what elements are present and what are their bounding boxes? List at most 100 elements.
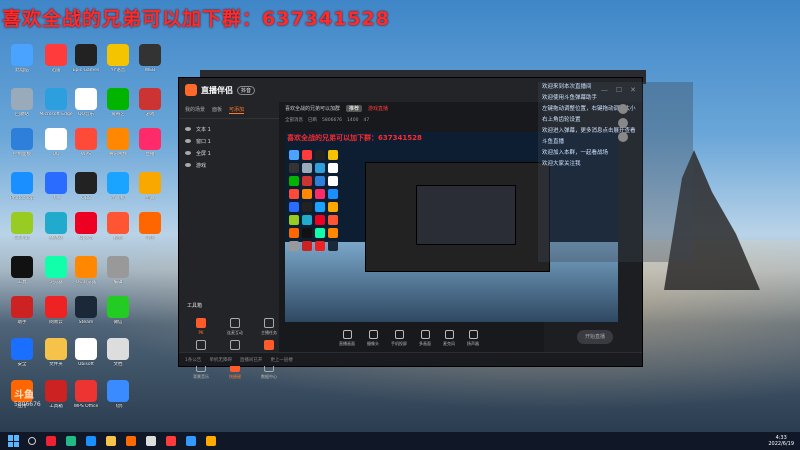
desktop-icon[interactable]: Photoshop: [4, 172, 40, 202]
desktop-icon-label: QQ音乐: [77, 112, 95, 117]
desktop-icon[interactable]: Ubisoft: [68, 338, 104, 368]
app-icon: [11, 128, 33, 150]
eye-icon[interactable]: [185, 139, 191, 143]
source-item[interactable]: 游戏: [185, 159, 273, 171]
preview-area: 喜欢全战的兄弟可以加群 推荐 游戏直播 全部消息 已断 5806676 1400…: [279, 102, 618, 366]
status-level[interactable]: 更上一层楼: [270, 357, 293, 363]
desktop-icon[interactable]: YY语音: [100, 44, 136, 74]
start-icon[interactable]: [8, 435, 20, 447]
stat-room-id: 5806676: [322, 117, 343, 123]
desktop-icon[interactable]: OBS: [68, 172, 104, 202]
source-item[interactable]: 全屏 1: [185, 147, 273, 159]
desktop-icon[interactable]: 飞鸽: [100, 380, 136, 410]
toolbar-button[interactable]: 手机投屏: [391, 330, 407, 347]
share-icon[interactable]: [618, 132, 628, 142]
app-icon: [45, 338, 67, 360]
desktop-icon[interactable]: 微信: [100, 296, 136, 326]
desktop-icon[interactable]: 视频: [100, 212, 136, 242]
start-live-button[interactable]: 开始直播: [577, 330, 613, 344]
desktop-icon[interactable]: 宝藏: [132, 172, 168, 202]
stat-viewers: 1400: [347, 117, 359, 123]
search-icon[interactable]: [28, 437, 36, 445]
eye-icon[interactable]: [185, 127, 191, 131]
desktop-icon-label: 爱奇艺: [111, 112, 125, 117]
toolbar-button[interactable]: 多画面: [419, 330, 431, 347]
toolbar-label: 摄像头: [367, 341, 379, 346]
settings-icon[interactable]: [618, 118, 628, 128]
toolbar-button[interactable]: 扬声器: [467, 330, 479, 347]
desktop-icon[interactable]: WPS: [68, 128, 104, 158]
stream-overlay-title: 喜欢全战的兄弟可以加下群：637341528: [2, 8, 390, 30]
desktop-icon[interactable]: 直播: [132, 128, 168, 158]
tab-my-scenes[interactable]: 我的场景: [185, 106, 205, 114]
desktop-icon-label: Ubisoft: [78, 362, 94, 367]
stat-all-messages[interactable]: 全部消息: [285, 117, 303, 123]
desktop-icon[interactable]: 回收站: [4, 88, 40, 118]
tool-label: PK: [198, 330, 204, 335]
desktop-icon[interactable]: WPS Office: [68, 380, 104, 410]
source-item[interactable]: 窗口 1: [185, 135, 273, 147]
room-title[interactable]: 喜欢全战的兄弟可以加群: [285, 105, 340, 112]
desktop-icon[interactable]: 安全: [4, 338, 40, 368]
desktop-icon[interactable]: 腾讯视频: [100, 128, 136, 158]
taskbar-app-icon[interactable]: [166, 436, 176, 446]
tab-panel[interactable]: 面板: [212, 106, 222, 114]
app-platform-badge[interactable]: 抖音: [237, 85, 256, 95]
clock[interactable]: 4:33 2022/6/19: [768, 435, 794, 447]
eye-icon[interactable]: [185, 163, 191, 167]
desktop-icon[interactable]: 工具: [4, 256, 40, 286]
desktop-icon[interactable]: GoPlus: [4, 212, 40, 242]
taskbar-app-icon[interactable]: [146, 436, 156, 446]
watermark-logo: 斗鱼: [14, 390, 34, 401]
desktop-icon[interactable]: 助手: [4, 296, 40, 326]
taskbar-app-icon[interactable]: [126, 436, 136, 446]
desktop-icon-label: 控制面板: [13, 152, 31, 157]
tool-button[interactable]: 连麦互动: [221, 318, 249, 336]
desktop-icon[interactable]: 此电脑: [4, 44, 40, 74]
desktop-icon[interactable]: 文档: [100, 338, 136, 368]
desktop-icon[interactable]: Opera: [68, 212, 104, 242]
toolbar-button[interactable]: 摄像头: [367, 330, 379, 347]
preview-icon: [289, 163, 299, 173]
system-tray: 4:33 2022/6/19: [768, 435, 800, 447]
desktop-icon[interactable]: 编辑: [100, 256, 136, 286]
eye-icon[interactable]: [185, 151, 191, 155]
toolbar-button[interactable]: 麦克风: [443, 330, 455, 347]
status-notice[interactable]: 1条公告: [185, 357, 201, 363]
app-icon: [45, 88, 67, 110]
tool-label: 背景音乐: [193, 374, 209, 379]
desktop-icon[interactable]: QQ音乐: [68, 88, 104, 118]
toolbar-label: 多画面: [419, 341, 431, 346]
desktop-icon-label: 小飞机: [111, 196, 125, 201]
chat-message: 欢迎加入本群，一起看战场: [542, 150, 609, 156]
desktop-icon[interactable]: 控制面板: [4, 128, 40, 158]
desktop-icon[interactable]: Epic Games: [68, 44, 104, 74]
tool-button[interactable]: PK: [187, 318, 215, 336]
preview-icon: [315, 215, 325, 225]
tools-grid: PK连麦互动主播任务抽奖多人连线福袋背景音乐快捷键数据中心: [187, 318, 283, 380]
nested-window-inner: [416, 185, 516, 245]
status-bar: 1条公告 单机无障碍 直播间已开 更上一层楼: [179, 352, 642, 366]
desktop-icon-label: 飞鸽: [113, 404, 123, 409]
taskbar-app-icon[interactable]: [106, 436, 116, 446]
taskbar-app-icon[interactable]: [46, 436, 56, 446]
toolbar-button[interactable]: 直播画面: [339, 330, 355, 347]
desktop-icon[interactable]: WEB: [132, 44, 168, 74]
room-category[interactable]: 游戏直播: [368, 105, 388, 112]
desktop-icon[interactable]: Steam: [68, 296, 104, 326]
app-icon: [11, 172, 33, 194]
desktop-icon[interactable]: 爱奇艺: [100, 88, 136, 118]
tab-addable[interactable]: 可添加: [229, 106, 245, 114]
taskbar-app-icon[interactable]: [66, 436, 76, 446]
desktop-icon[interactable]: 斗鱼: [132, 212, 168, 242]
desktop-icon[interactable]: 小飞机: [100, 172, 136, 202]
taskbar-app-icon[interactable]: [186, 436, 196, 446]
tool-label: 连麦互动: [227, 330, 243, 335]
source-item[interactable]: 文本 1: [185, 123, 273, 135]
desktop-icon[interactable]: UC浏览器: [68, 256, 104, 286]
taskbar-app-icon[interactable]: [206, 436, 216, 446]
preview-icon: [315, 150, 325, 160]
desktop-icon[interactable]: 游戏: [132, 88, 168, 118]
home-icon[interactable]: [618, 104, 628, 114]
taskbar-app-icon[interactable]: [86, 436, 96, 446]
